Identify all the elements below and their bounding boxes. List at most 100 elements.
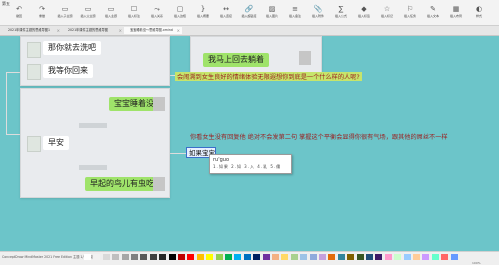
toolbar-button[interactable]: ▭ 插入子主题 — [54, 5, 76, 22]
chat-screenshot-3[interactable]: 我马上回去躺着 — [190, 36, 322, 76]
toolbar-label: 插入标注 — [127, 14, 140, 18]
toolbar-button[interactable]: ↶ 撤回 — [8, 5, 30, 22]
color-swatch[interactable] — [309, 254, 317, 260]
format-icon: ✎ — [430, 5, 436, 13]
color-swatch[interactable] — [431, 254, 439, 260]
color-swatch[interactable] — [121, 254, 129, 260]
color-swatch[interactable] — [215, 254, 223, 260]
toolbar-label: 插入附件 — [311, 14, 324, 18]
toolbar-button[interactable]: ✎ 插入文本 — [422, 5, 444, 22]
topic-icon: ▭ — [84, 5, 92, 13]
color-swatch[interactable] — [102, 254, 110, 260]
toolbar-button[interactable]: ∑ 插入公式 — [330, 5, 352, 22]
toolbar-button[interactable]: ▨ 插入图片 — [261, 5, 283, 22]
color-swatch[interactable] — [159, 254, 167, 260]
ime-composition: ru'guo — [213, 157, 230, 163]
close-icon[interactable]: × — [57, 27, 60, 34]
toolbar-button[interactable]: ▢ 插入边框 — [169, 5, 191, 22]
avatar — [27, 42, 41, 58]
formula-icon: ∑ — [338, 5, 344, 13]
color-swatch[interactable] — [187, 254, 195, 260]
toolbar-button[interactable]: } 插入概要 — [192, 5, 214, 22]
mindmap-canvas[interactable]: 那你就去洗吧 我等你回来 我马上回去躺着 宝宝睡着没 早安 早起的鸟儿有虫吃 会… — [0, 36, 499, 251]
ime-candidate-window[interactable]: ru'guo 1.如果 2.如 3.入 4.乳 5.儒 — [209, 154, 292, 174]
chat-screenshot-1[interactable]: 那你就去洗吧 我等你回来 — [20, 36, 170, 86]
color-swatch[interactable] — [300, 254, 308, 260]
status-bar: ConceptDraw MindMaster 2021 Free Edition… — [0, 251, 499, 265]
toolbar-label: 重做 — [38, 14, 45, 18]
link-icon: 🔗 — [244, 5, 254, 13]
toolbar-button[interactable]: ≡ 插入备注 — [284, 5, 306, 22]
color-swatch[interactable] — [384, 254, 392, 260]
color-swatch[interactable] — [328, 254, 336, 260]
toolbar-label: 插入超链接 — [241, 14, 257, 18]
toolbar-button[interactable]: ▭ 插入主题 — [100, 5, 122, 22]
color-swatch[interactable] — [441, 254, 449, 260]
color-swatch[interactable] — [243, 254, 251, 260]
toolbar-button[interactable]: ☐ 插入标注 — [123, 5, 145, 22]
toolbar-button[interactable]: 🔗 插入超链接 — [238, 5, 260, 22]
connector-line — [6, 72, 7, 134]
color-swatch[interactable] — [337, 254, 345, 260]
zoom-level[interactable]: 100% — [472, 261, 481, 265]
color-swatch[interactable] — [206, 254, 214, 260]
color-swatch[interactable] — [234, 254, 242, 260]
color-swatch[interactable] — [281, 254, 289, 260]
toolbar-button[interactable]: ⚐ 插入任务 — [399, 5, 421, 22]
toolbar-button[interactable]: ☆ 插入标记 — [376, 5, 398, 22]
toolbar-label: 插入主题 — [104, 14, 117, 18]
color-swatch[interactable] — [225, 254, 232, 260]
color-swatch[interactable] — [319, 254, 326, 260]
color-swatch[interactable] — [178, 254, 185, 260]
color-swatch[interactable] — [112, 254, 120, 260]
color-swatch[interactable] — [422, 254, 430, 260]
chat-screenshot-2[interactable]: 宝宝睡着没 早安 早起的鸟儿有虫吃 — [20, 88, 170, 198]
color-swatch[interactable] — [347, 254, 355, 260]
chat-message-left: 那你就去洗吧 — [43, 41, 101, 55]
color-swatch[interactable] — [356, 254, 364, 260]
toolbar-button[interactable]: 📎 插入附件 — [307, 5, 329, 22]
color-swatch[interactable] — [149, 254, 157, 260]
avatar — [153, 97, 165, 111]
blurred-timestamp — [79, 123, 107, 128]
color-swatch[interactable] — [253, 254, 261, 260]
topic-node[interactable]: 你看女生没有回复他 绝对不会发第二句 掌握这个平衡会显得你很有气场，跟其他的屌丝… — [190, 132, 448, 141]
toolbar-label: 插入布局 — [449, 14, 462, 18]
color-swatch[interactable] — [375, 254, 383, 260]
toolbar-button[interactable]: ▭ 插入父主题 — [77, 5, 99, 22]
color-swatch[interactable] — [272, 254, 279, 260]
color-swatch[interactable] — [93, 254, 101, 260]
toolbar-button[interactable]: ◐ 样式 — [468, 5, 490, 22]
color-swatch[interactable] — [196, 254, 204, 260]
toolbar-button[interactable]: ⤳ 插入关系 — [146, 5, 168, 22]
ime-candidates[interactable]: 1.如果 2.如 3.入 4.乳 5.儒 — [213, 164, 281, 170]
tab-doc-1[interactable]: 2021年课件主题的思维导图1 × — [2, 27, 62, 34]
close-icon[interactable]: × — [177, 27, 180, 34]
color-swatch[interactable] — [140, 254, 148, 260]
color-swatch[interactable] — [290, 254, 298, 260]
avatar — [27, 64, 41, 80]
color-swatch[interactable] — [366, 254, 373, 260]
attach-icon: 📎 — [313, 5, 323, 13]
color-swatch[interactable] — [394, 254, 402, 260]
tab-doc-2[interactable]: 2021年课件主题的思维导图 × — [62, 27, 124, 34]
toolbar-button[interactable]: ↷ 重做 — [31, 5, 53, 22]
color-swatch[interactable] — [450, 254, 458, 260]
color-swatch[interactable] — [403, 254, 411, 260]
color-swatch[interactable] — [413, 254, 420, 260]
toolbar-button[interactable]: ◆ 插入标签 — [353, 5, 375, 22]
avatar — [27, 136, 41, 152]
close-icon[interactable]: × — [119, 27, 122, 34]
color-swatch[interactable] — [84, 254, 91, 260]
color-swatch[interactable] — [262, 254, 270, 260]
toolbar-button[interactable]: ↔ 插入连接 — [215, 5, 237, 22]
color-swatch[interactable] — [131, 254, 138, 260]
undo-icon: ↶ — [16, 5, 22, 13]
connector-icon: ↔ — [223, 5, 229, 13]
tab-doc-3[interactable]: 宝宝睡着没～思维导图.xmind × — [124, 27, 182, 34]
color-swatch[interactable] — [168, 254, 176, 260]
toolbar-button[interactable]: ▦ 插入布局 — [445, 5, 467, 22]
topic-node[interactable]: 会闹溯到女生良好的情绪体验无限遐想你到底是一个什么样的人呢? — [175, 72, 362, 81]
image-icon: ▨ — [268, 5, 276, 13]
toolbar-label: 插入备注 — [288, 14, 301, 18]
